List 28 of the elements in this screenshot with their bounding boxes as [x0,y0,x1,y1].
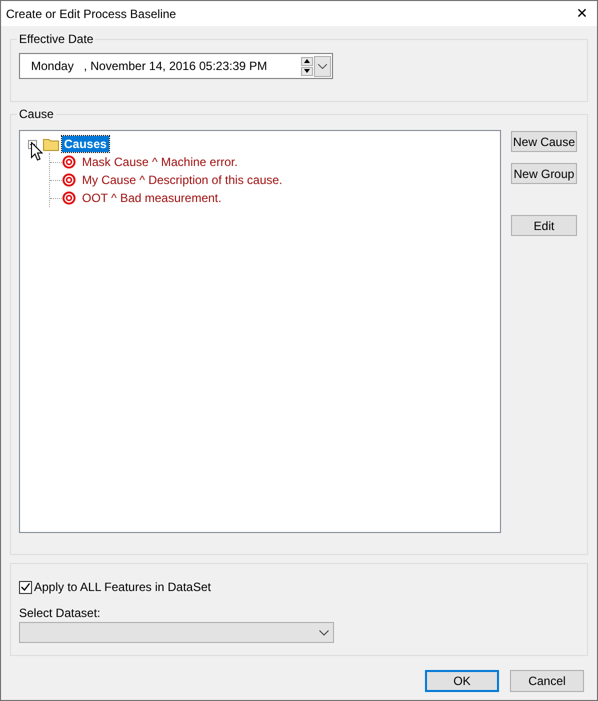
checkbox[interactable] [19,580,32,594]
action-button[interactable]: New Cause [511,131,577,152]
folder-icon [43,138,59,150]
group-title: Cause [17,107,56,121]
target-icon [62,173,76,187]
field-label: Select Dataset: [19,606,100,620]
dialog-button[interactable]: OK [425,670,499,692]
action-button[interactable]: New Group [511,163,577,184]
spin-down-icon[interactable] [301,66,313,76]
checkbox-label: Apply to ALL Features in DataSet [34,580,211,594]
dropdown-button[interactable] [314,56,331,76]
tree-item[interactable]: Mask Cause ^ Machine error. [81,155,239,169]
cause-tree[interactable]: Causes Mask Cause ^ Machine error. My Cause ^ Description of this cause. OOT ^ Bad measurement. [19,130,501,533]
action-button[interactable]: Edit [511,215,577,236]
spin-up-icon[interactable] [301,56,313,66]
date-picker[interactable]: Monday , November 14, 2016 05:23:39 PM [19,53,333,79]
tree-item[interactable]: OOT ^ Bad measurement. [81,191,222,205]
chevron-down-icon [319,630,329,636]
window-title: Create or Edit Process Baseline [6,6,176,20]
close-button[interactable]: ✕ [567,1,597,26]
dialog-button[interactable]: Cancel [510,670,584,692]
target-icon [62,191,76,205]
tree-item[interactable]: My Cause ^ Description of this cause. [81,173,284,187]
group-title: Effective Date [17,32,96,46]
chevron-down-icon [318,64,327,68]
mouse-pointer-icon [31,142,43,161]
tree-item[interactable]: Causes [62,136,109,152]
target-icon [62,155,76,169]
